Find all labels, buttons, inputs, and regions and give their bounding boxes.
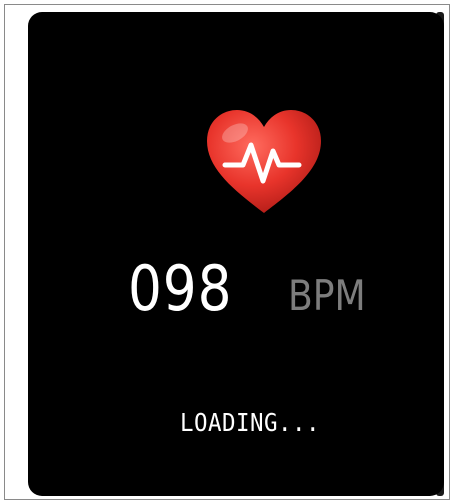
- heart-rate-reading: 098 BPM: [128, 244, 378, 334]
- heart-rate-unit: BPM: [288, 271, 366, 320]
- heart-pulse-icon: [207, 110, 321, 213]
- heart-rate-value: 098: [128, 252, 233, 325]
- watch-screen: 098 BPM LOADING...: [28, 12, 444, 496]
- loading-status: LOADING...: [180, 408, 320, 437]
